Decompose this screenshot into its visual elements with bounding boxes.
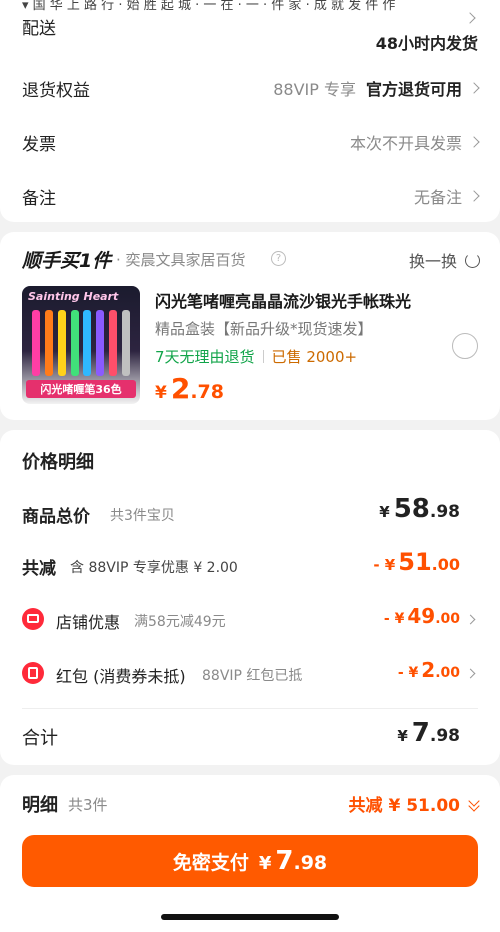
chevron-right-icon <box>468 190 480 202</box>
goods-total-label: 商品总价 <box>22 507 90 527</box>
delivery-row[interactable]: 配送 48小时内发货 <box>0 0 500 56</box>
discount-amount: - ¥ 51 .00 <box>373 548 460 576</box>
minus-currency: - ¥ <box>373 556 396 574</box>
price-detail-card: 价格明细 商品总价 共3件宝贝 ¥ 58 .98 共减 含 88VIP 专享优惠… <box>0 430 500 765</box>
chevron-right-icon <box>468 82 480 94</box>
red-packet-row[interactable]: 红包 (消费券未抵) 88VIP 红包已抵 - ¥ 2 .00 <box>0 652 500 696</box>
item-count: 共3件 <box>68 796 108 814</box>
chevron-right-icon <box>468 136 480 148</box>
amount-decimal: .00 <box>435 665 460 681</box>
home-indicator <box>161 914 339 920</box>
detail-label[interactable]: 明细 <box>22 791 58 817</box>
product-image-title: Sainting Heart <box>28 290 119 303</box>
chevron-right-icon <box>465 614 476 625</box>
total-amount: ¥ 7 .98 <box>397 718 460 748</box>
delivery-label: 配送 <box>22 19 56 39</box>
divider <box>262 350 264 363</box>
product-price: ¥ 2 .78 <box>155 372 224 405</box>
order-info-card: ▾ 国 华 上 路 行 · 始 胜 起 城 · 一 在 · 一 · 件 家 · … <box>0 0 500 222</box>
addon-logo: 顺手买1件 <box>22 250 112 272</box>
price-integer: 2 <box>170 372 191 405</box>
discount-row: 共减 含 88VIP 专享优惠 ¥ 2.00 - ¥ 51 .00 <box>0 544 500 588</box>
swap-button[interactable]: 换一换 <box>409 248 480 272</box>
return-policy: 7天无理由退货 <box>155 348 255 366</box>
red-packet-icon <box>22 662 44 684</box>
section-divider <box>22 708 478 709</box>
pay-decimal: .98 <box>293 852 328 874</box>
pay-integer: 7 <box>275 846 294 876</box>
amount-decimal: .98 <box>429 502 460 522</box>
amount-decimal: .00 <box>435 611 460 627</box>
amount-integer: 49 <box>407 604 436 628</box>
note-label: 备注 <box>22 188 56 209</box>
red-packet-note: 88VIP 红包已抵 <box>202 668 303 684</box>
addon-store-name: · 奕晨文具家居百货 <box>116 251 246 269</box>
invoice-row[interactable]: 发票 本次不开具发票 <box>0 116 500 168</box>
shop-coupon-icon <box>22 608 44 630</box>
amount-decimal: .00 <box>431 555 460 574</box>
shop-discount-rule: 满58元减49元 <box>134 614 226 630</box>
pay-currency: ¥ <box>258 853 272 874</box>
total-label: 合计 <box>22 728 58 749</box>
currency-symbol: ¥ <box>155 383 167 403</box>
amount-decimal: .98 <box>429 726 460 746</box>
delivery-value: 48小时内发货 <box>375 34 478 53</box>
refund-row[interactable]: 退货权益 88VIP 专享 官方退货可用 <box>0 62 500 114</box>
discount-detail: 含 88VIP 专享优惠 ¥ 2.00 <box>70 560 238 576</box>
shop-discount-amount: - ¥ 49 .00 <box>384 604 460 628</box>
goods-total-count: 共3件宝贝 <box>110 508 175 524</box>
vip-badge: 88VIP 专享 <box>273 80 356 99</box>
pay-button-label: 免密支付 <box>172 852 249 874</box>
note-row[interactable]: 备注 无备注 <box>0 170 500 222</box>
invoice-value: 本次不开具发票 <box>349 134 462 153</box>
sold-count: 已售 2000+ <box>271 348 358 366</box>
price-detail-header: 价格明细 <box>22 452 94 473</box>
product-image-caption: 闪光啫喱笔36色 <box>26 380 136 398</box>
amount-integer: 2 <box>421 658 436 682</box>
currency-symbol: ¥ <box>397 727 408 745</box>
select-radio[interactable] <box>452 333 478 359</box>
product-title[interactable]: 闪光笔啫喱亮晶晶流沙银光手帐珠光 <box>155 288 411 312</box>
minus-currency: - ¥ <box>383 611 405 627</box>
amount-integer: 58 <box>393 494 430 524</box>
note-value: 无备注 <box>413 188 462 207</box>
refresh-icon <box>465 252 480 268</box>
discount-label: 共减 <box>22 559 56 579</box>
goods-total-row: 商品总价 共3件宝贝 ¥ 58 .98 <box>0 492 500 536</box>
shop-discount-label: 店铺优惠 <box>56 613 121 632</box>
minus-currency: - ¥ <box>397 665 419 681</box>
red-packet-label: 红包 (消费券未抵) <box>56 667 186 686</box>
product-image[interactable]: Sainting Heart 闪光啫喱笔36色 <box>22 286 140 404</box>
price-decimal: .78 <box>190 381 224 403</box>
shop-discount-row[interactable]: 店铺优惠 满58元减49元 - ¥ 49 .00 <box>0 598 500 642</box>
refund-value: 官方退货可用 <box>365 80 462 99</box>
swap-label: 换一换 <box>408 252 457 271</box>
currency-symbol: ¥ <box>379 503 390 521</box>
checkout-bar: 明细 共3件 共减 ¥ 51.00 免密支付 ¥ 7 .98 <box>0 775 500 932</box>
double-chevron-down-icon <box>468 794 480 812</box>
chevron-right-icon <box>464 12 476 24</box>
saving-text: 共减 ¥ 51.00 <box>348 796 460 816</box>
pen-set-graphic <box>32 310 130 376</box>
pay-button[interactable]: 免密支付 ¥ 7 .98 <box>22 835 478 887</box>
red-packet-amount: - ¥ 2 .00 <box>398 658 460 682</box>
product-subtitle: 精品盒装【新品升级*现货速发】 <box>155 320 373 338</box>
question-circle-icon[interactable]: ? <box>271 251 286 266</box>
amount-integer: 7 <box>411 718 430 748</box>
goods-total-amount: ¥ 58 .98 <box>379 494 460 524</box>
saving-summary[interactable]: 共减 ¥ 51.00 <box>349 791 480 816</box>
chevron-right-icon <box>465 668 476 679</box>
refund-label: 退货权益 <box>22 80 90 101</box>
total-row: 合计 ¥ 7 .98 <box>0 714 500 758</box>
product-tags: 7天无理由退货 已售 2000+ <box>155 346 357 367</box>
amount-integer: 51 <box>398 548 432 576</box>
invoice-label: 发票 <box>22 134 56 155</box>
addon-card: 顺手买1件 · 奕晨文具家居百货 ? 换一换 Sainting Heart 闪光… <box>0 232 500 420</box>
